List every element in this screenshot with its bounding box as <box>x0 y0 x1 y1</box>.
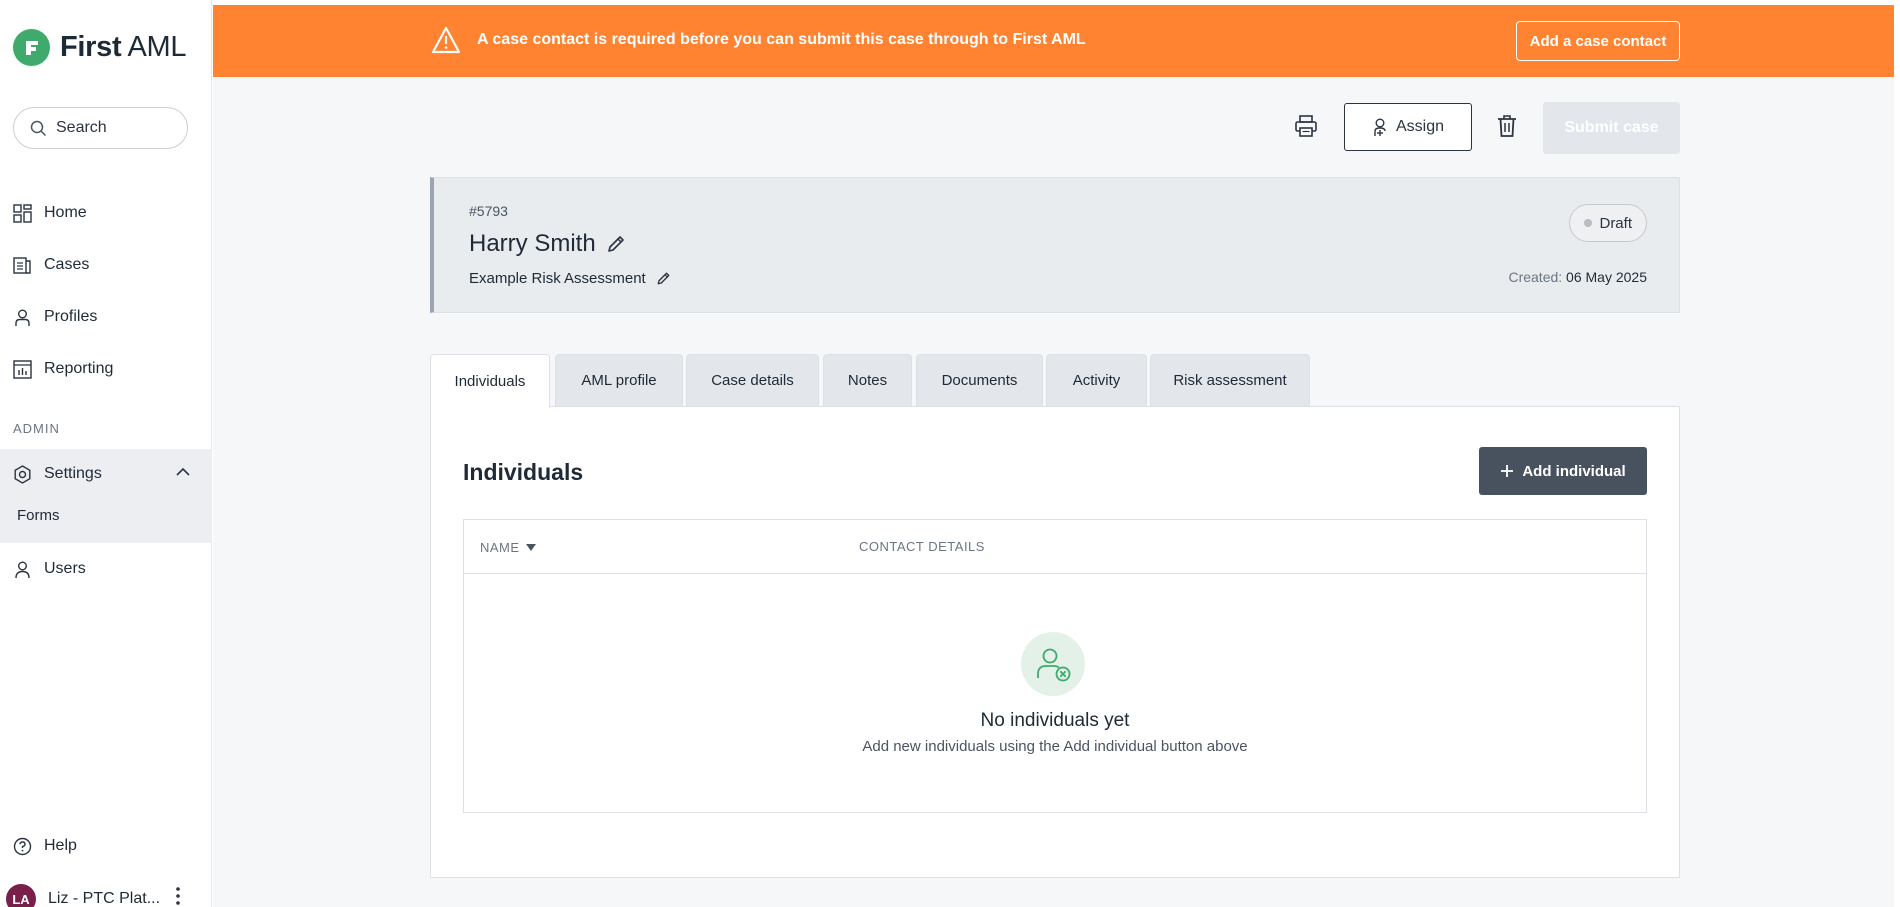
sidebar-item-label: Home <box>44 204 87 221</box>
status-badge: Draft <box>1569 204 1647 242</box>
no-individuals-icon <box>1021 632 1085 696</box>
individuals-table: NAME CONTACT DETAILS No individuals yet … <box>463 519 1647 813</box>
sidebar-item-cases[interactable]: Cases <box>0 245 212 285</box>
tab-activity[interactable]: Activity <box>1046 354 1147 406</box>
sidebar-item-home[interactable]: Home <box>0 193 212 233</box>
add-case-contact-button[interactable]: Add a case contact <box>1516 21 1680 61</box>
column-header-name[interactable]: NAME <box>480 540 536 555</box>
case-id: #5793 <box>469 203 508 219</box>
sidebar-subitem-forms[interactable]: Forms <box>17 507 60 524</box>
avatar: LA <box>6 884 36 907</box>
submit-case-button[interactable]: Submit case <box>1543 102 1680 154</box>
search-input[interactable]: Search <box>13 107 188 149</box>
tab-case-details[interactable]: Case details <box>686 354 819 406</box>
main-content: Assign Submit case #5793 Harry Smith Exa… <box>213 77 1894 907</box>
case-header-card: #5793 Harry Smith Example Risk Assessmen… <box>430 177 1680 313</box>
users-icon <box>15 561 30 578</box>
tab-risk-assessment[interactable]: Risk assessment <box>1150 354 1310 406</box>
gear-icon <box>14 464 31 484</box>
reporting-icon <box>13 359 32 379</box>
add-individual-button[interactable]: Add individual <box>1479 447 1647 495</box>
assign-user-icon <box>1374 118 1386 136</box>
sidebar-item-users[interactable]: Users <box>0 549 212 589</box>
sidebar-item-label: Help <box>44 837 77 854</box>
banner-message: A case contact is required before you ca… <box>477 31 1086 48</box>
kebab-menu-icon[interactable] <box>174 886 182 906</box>
case-name-text: Harry Smith <box>469 230 596 257</box>
sidebar-item-label: Reporting <box>44 360 114 377</box>
empty-state-subtitle: Add new individuals using the Add indivi… <box>862 738 1248 755</box>
add-individual-label: Add individual <box>1522 462 1626 480</box>
column-header-contact: CONTACT DETAILS <box>859 539 985 554</box>
edit-pencil-icon[interactable] <box>606 234 626 254</box>
plus-icon <box>1501 465 1514 477</box>
help-icon <box>13 837 32 855</box>
case-name: Harry Smith <box>469 230 626 258</box>
logo-mark-icon <box>13 29 50 66</box>
brand-name: First AML <box>60 31 187 63</box>
created-label: Created: <box>1508 269 1563 285</box>
assign-button[interactable]: Assign <box>1344 103 1472 151</box>
sidebar-item-label: Users <box>44 560 86 577</box>
edit-pencil-icon[interactable] <box>656 271 671 286</box>
warning-icon <box>431 26 461 54</box>
user-name: Liz - PTC Plat... <box>48 890 161 907</box>
case-subtitle: Example Risk Assessment <box>469 270 671 287</box>
individuals-panel: Individuals Add individual NAME CONTACT … <box>430 406 1680 878</box>
app-root: First AML Search Home Cases Profiles Rep… <box>0 0 1900 907</box>
search-icon <box>30 120 47 136</box>
tab-notes[interactable]: Notes <box>823 354 912 406</box>
created-value: 06 May 2025 <box>1566 269 1647 285</box>
sidebar-item-profiles[interactable]: Profiles <box>0 297 212 337</box>
empty-state-title: No individuals yet <box>980 710 1130 731</box>
warning-banner: A case contact is required before you ca… <box>213 5 1894 77</box>
tab-documents[interactable]: Documents <box>916 354 1043 406</box>
sidebar-item-label: Settings <box>44 465 102 482</box>
status-dot-icon <box>1584 219 1593 227</box>
print-icon[interactable] <box>1294 114 1318 138</box>
admin-section-label: ADMIN <box>13 421 60 436</box>
sort-down-icon <box>525 544 536 551</box>
tab-aml-profile[interactable]: AML profile <box>555 354 683 406</box>
chevron-up-icon[interactable] <box>176 467 190 476</box>
settings-group: Settings Forms <box>0 449 212 543</box>
brand-logo[interactable]: First AML <box>13 29 187 66</box>
sidebar-item-label: Profiles <box>44 308 98 325</box>
column-header-name-label: NAME <box>480 540 520 555</box>
sidebar-item-reporting[interactable]: Reporting <box>0 349 212 389</box>
case-subtitle-text: Example Risk Assessment <box>469 270 646 287</box>
profile-icon <box>15 309 30 326</box>
panel-title: Individuals <box>463 459 584 485</box>
status-badge-label: Draft <box>1599 214 1632 232</box>
tab-individuals[interactable]: Individuals <box>430 354 550 408</box>
trash-icon[interactable] <box>1496 114 1518 138</box>
cases-icon <box>13 256 31 274</box>
assign-button-label: Assign <box>1395 118 1445 135</box>
dashboard-icon <box>13 203 32 223</box>
sidebar-item-help[interactable]: Help <box>0 826 212 866</box>
table-header: NAME CONTACT DETAILS <box>464 520 1646 574</box>
sidebar: First AML Search Home Cases Profiles Rep… <box>0 0 212 907</box>
search-placeholder: Search <box>56 119 107 136</box>
user-account[interactable]: LA Liz - PTC Plat... <box>6 884 160 907</box>
sidebar-item-label: Cases <box>44 256 90 273</box>
created-date: Created: 06 May 2025 <box>1508 269 1647 285</box>
